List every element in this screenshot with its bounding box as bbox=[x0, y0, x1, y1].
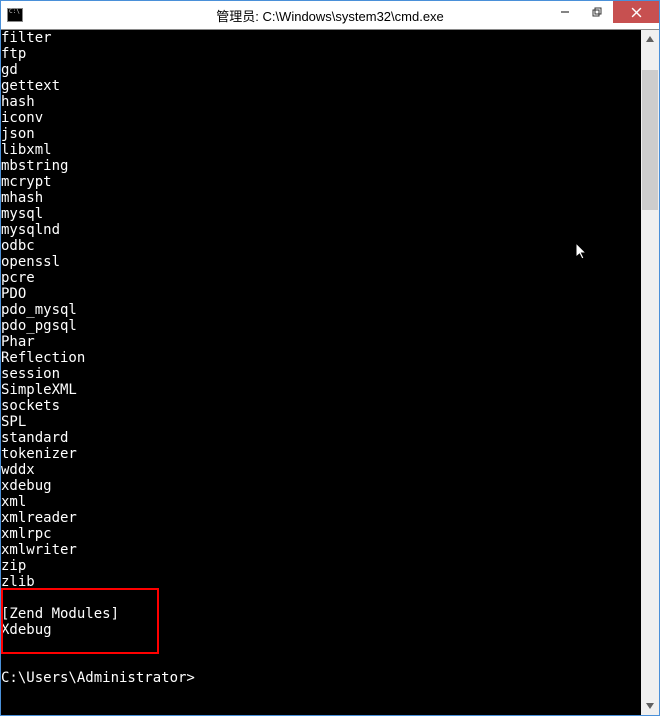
terminal-line: mbstring bbox=[1, 158, 641, 174]
terminal-line: mcrypt bbox=[1, 174, 641, 190]
terminal-line: session bbox=[1, 366, 641, 382]
cmd-window: 管理员: C:\Windows\system32\cmd.exe filterf… bbox=[0, 0, 660, 716]
terminal-line bbox=[1, 590, 641, 606]
terminal-line bbox=[1, 654, 641, 670]
maximize-button[interactable] bbox=[581, 1, 613, 23]
terminal-line: ftp bbox=[1, 46, 641, 62]
terminal-line: zip bbox=[1, 558, 641, 574]
terminal-line: mysql bbox=[1, 206, 641, 222]
terminal-line: filter bbox=[1, 30, 641, 46]
terminal-line: xmlwriter bbox=[1, 542, 641, 558]
terminal-line: mhash bbox=[1, 190, 641, 206]
terminal-line: openssl bbox=[1, 254, 641, 270]
window-controls bbox=[549, 1, 659, 23]
terminal-line: gettext bbox=[1, 78, 641, 94]
terminal-line: mysqlnd bbox=[1, 222, 641, 238]
terminal-line: C:\Users\Administrator> bbox=[1, 670, 641, 686]
terminal-line: [Zend Modules] bbox=[1, 606, 641, 622]
terminal-line: xdebug bbox=[1, 478, 641, 494]
terminal-line: xmlreader bbox=[1, 510, 641, 526]
cmd-icon bbox=[7, 8, 23, 22]
terminal-area[interactable]: filterftpgdgettexthashiconvjsonlibxmlmbs… bbox=[1, 29, 659, 715]
terminal-line: SPL bbox=[1, 414, 641, 430]
terminal-line: gd bbox=[1, 62, 641, 78]
terminal-line: PDO bbox=[1, 286, 641, 302]
terminal-line: hash bbox=[1, 94, 641, 110]
titlebar[interactable]: 管理员: C:\Windows\system32\cmd.exe bbox=[1, 1, 659, 29]
terminal-line: Phar bbox=[1, 334, 641, 350]
terminal-line: Xdebug bbox=[1, 622, 641, 638]
minimize-button[interactable] bbox=[549, 1, 581, 23]
terminal-line: pcre bbox=[1, 270, 641, 286]
scrollbar bbox=[641, 30, 659, 715]
terminal-line: Reflection bbox=[1, 350, 641, 366]
terminal-line: iconv bbox=[1, 110, 641, 126]
terminal-line: tokenizer bbox=[1, 446, 641, 462]
terminal-line bbox=[1, 638, 641, 654]
terminal-line: sockets bbox=[1, 398, 641, 414]
terminal-line: json bbox=[1, 126, 641, 142]
terminal-line: wddx bbox=[1, 462, 641, 478]
terminal-line: xml bbox=[1, 494, 641, 510]
terminal-output: filterftpgdgettexthashiconvjsonlibxmlmbs… bbox=[1, 30, 641, 715]
terminal-line: pdo_mysql bbox=[1, 302, 641, 318]
scroll-down-button[interactable] bbox=[641, 697, 659, 715]
close-button[interactable] bbox=[613, 1, 659, 23]
scroll-thumb[interactable] bbox=[642, 70, 658, 210]
scroll-up-button[interactable] bbox=[641, 30, 659, 48]
terminal-line: libxml bbox=[1, 142, 641, 158]
terminal-line: odbc bbox=[1, 238, 641, 254]
terminal-line: SimpleXML bbox=[1, 382, 641, 398]
terminal-line: pdo_pgsql bbox=[1, 318, 641, 334]
terminal-line: zlib bbox=[1, 574, 641, 590]
terminal-line: standard bbox=[1, 430, 641, 446]
terminal-line: xmlrpc bbox=[1, 526, 641, 542]
